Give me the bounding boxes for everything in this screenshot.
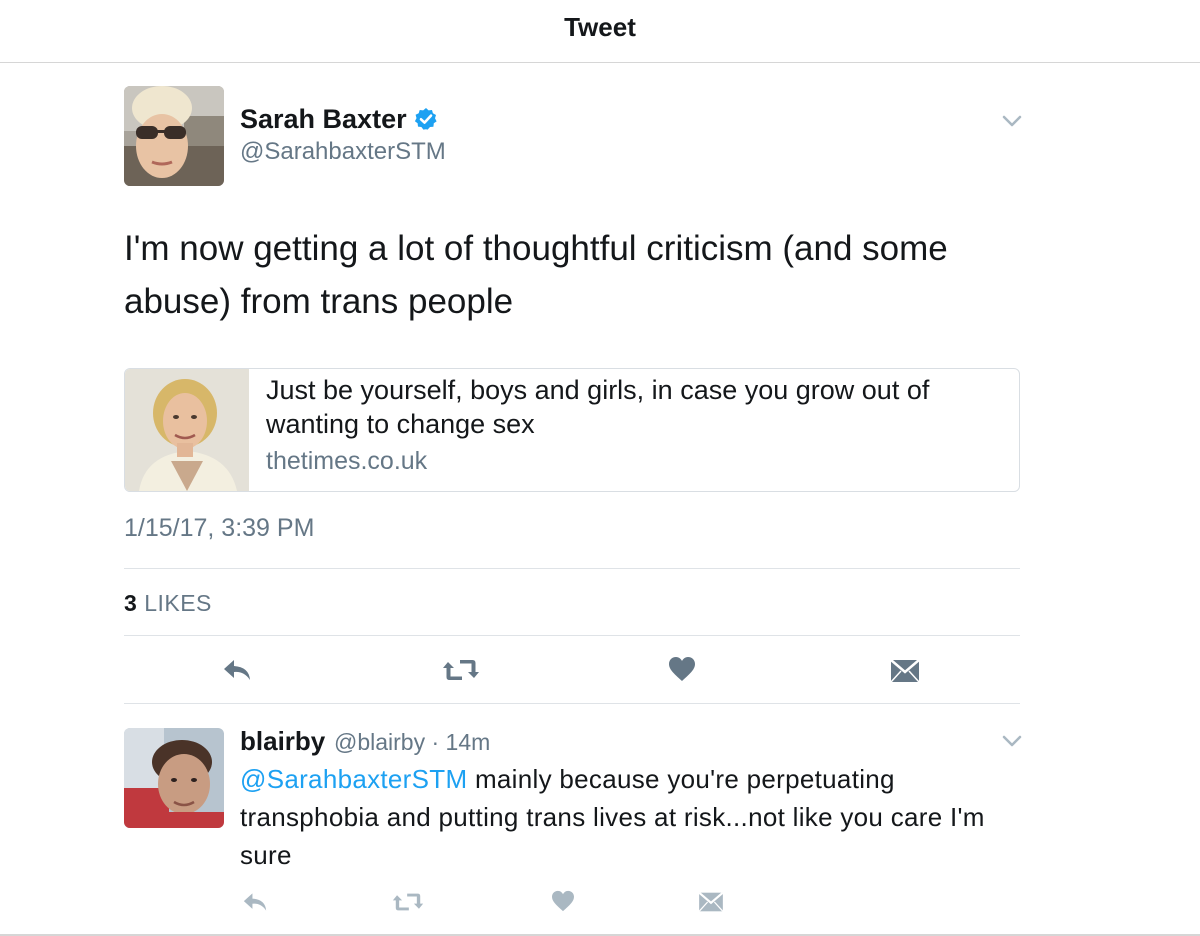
reply-author-handle[interactable]: @blairby · 14m xyxy=(334,729,490,756)
divider xyxy=(124,635,1020,636)
card-domain: thetimes.co.uk xyxy=(266,447,428,475)
verified-badge-icon xyxy=(414,107,438,136)
reply-handle-text: @blairby xyxy=(334,729,426,755)
reply-icon[interactable] xyxy=(242,890,268,919)
reply-text: @SarahbaxterSTM mainly because you're pe… xyxy=(240,760,1020,874)
author-name[interactable]: Sarah Baxter xyxy=(240,104,407,135)
message-icon[interactable] xyxy=(698,891,724,918)
author-avatar[interactable] xyxy=(124,86,224,186)
divider xyxy=(124,703,1020,704)
chevron-down-icon[interactable] xyxy=(1002,734,1022,753)
reply-icon[interactable] xyxy=(222,656,252,689)
likes-count[interactable]: 3 LIKES xyxy=(124,590,212,617)
tweet-text: I'm now getting a lot of thoughtful crit… xyxy=(124,229,948,321)
likes-number: 3 xyxy=(124,590,138,616)
reply-author-avatar[interactable] xyxy=(124,728,224,828)
chevron-down-icon[interactable] xyxy=(1002,114,1022,133)
divider xyxy=(124,568,1020,569)
heart-icon[interactable] xyxy=(551,890,575,917)
reply-author-name[interactable]: blairby xyxy=(240,726,325,757)
likes-label: LIKES xyxy=(144,590,212,616)
reply-time: · 14m xyxy=(431,729,491,755)
link-card[interactable]: Just be yourself, boys and girls, in cas… xyxy=(124,368,1020,492)
card-thumbnail xyxy=(125,369,249,491)
reply-mention-link[interactable]: @SarahbaxterSTM xyxy=(240,764,467,794)
top-bar: Tweet xyxy=(0,0,1200,63)
retweet-icon[interactable] xyxy=(392,891,424,918)
message-icon[interactable] xyxy=(890,658,920,689)
retweet-icon[interactable] xyxy=(442,657,480,688)
card-title: Just be yourself, boys and girls, in cas… xyxy=(266,375,930,439)
heart-icon[interactable] xyxy=(668,656,696,687)
page-title: Tweet xyxy=(564,12,636,42)
tweet-timestamp[interactable]: 1/15/17, 3:39 PM xyxy=(124,514,314,543)
author-handle[interactable]: @SarahbaxterSTM xyxy=(240,138,446,166)
